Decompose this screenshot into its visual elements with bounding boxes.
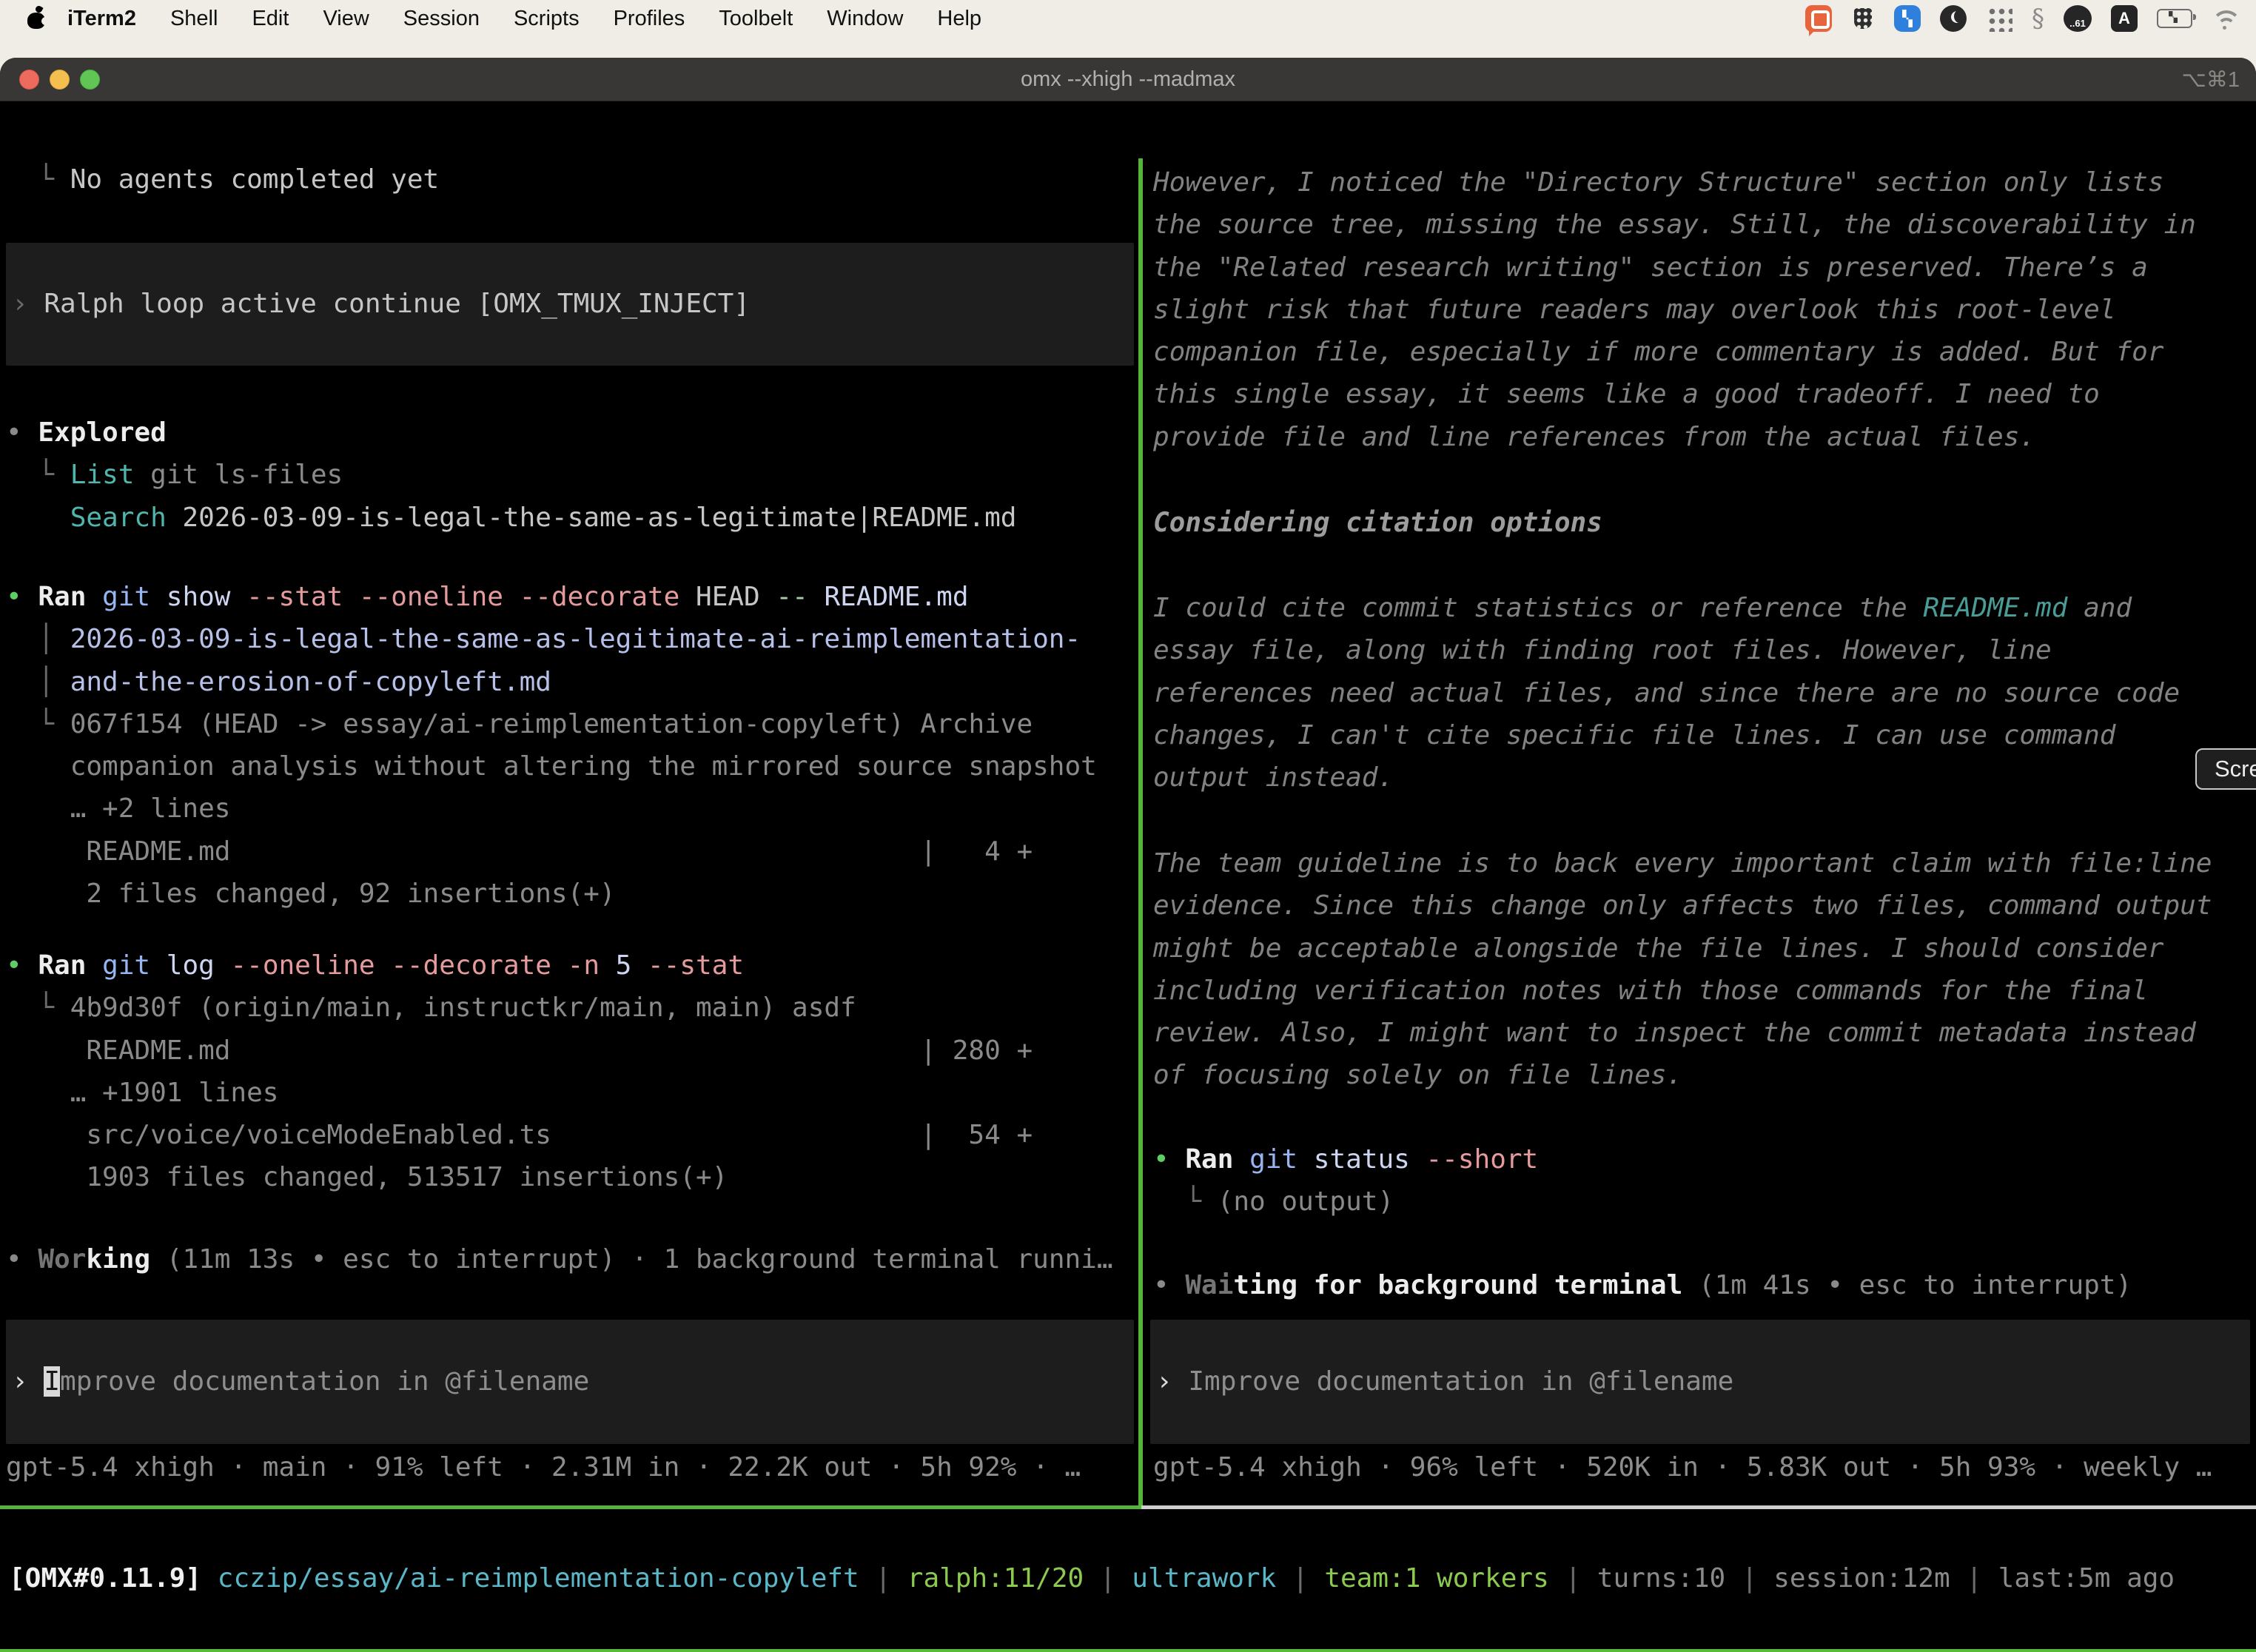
thinking-heading: Considering citation options [1144, 502, 2256, 544]
menu-item-edit[interactable]: Edit [235, 7, 306, 31]
terminal-line: • Working (11m 13s • esc to interrupt) ·… [6, 1238, 1138, 1280]
terminal-line: gpt-5.4 xhigh · 96% left · 520K in · 5.8… [1153, 1446, 2256, 1488]
terminal-line: └ No agents completed yet [6, 158, 1138, 201]
terminal-line: └ 067f154 (HEAD -> essay/ai-reimplementa… [6, 703, 1138, 745]
ralph-inject-box: › Ralph loop active continue [OMX_TMUX_I… [6, 243, 1134, 366]
terminal-line: the "Related research writing" section i… [1153, 246, 2256, 289]
left-pane-bottom-border [0, 1505, 1141, 1509]
menu-item-view[interactable]: View [306, 7, 386, 31]
menu-item-toolbelt[interactable]: Toolbelt [702, 7, 810, 31]
apple-menu-icon[interactable] [27, 7, 46, 30]
right-pane: However, I noticed the "Directory Struct… [1144, 158, 2256, 1509]
terminal-content: └ No agents completed yet › Ralph loop a… [0, 158, 2256, 1652]
tmux-status-bar: [omx-cczip0:bash* "MacBook-Pro-44.local"… [0, 1649, 2256, 1652]
terminal-line: 1903 files changed, 513517 insertions(+) [6, 1156, 1138, 1198]
terminal-line: of focusing solely on file lines. [1153, 1054, 2256, 1096]
model-statusline-right: gpt-5.4 xhigh · 96% left · 520K in · 5.8… [1144, 1446, 2256, 1488]
terminal-line: slight risk that future readers may over… [1153, 289, 2256, 331]
terminal-line: 2 files changed, 92 insertions(+) [6, 873, 1138, 915]
terminal-line: Search 2026-03-09-is-legal-the-same-as-l… [6, 497, 1138, 539]
terminal-line: • Ran git log --oneline --decorate -n 5 … [6, 944, 1138, 987]
terminal-line: README.md | 280 + [6, 1030, 1138, 1072]
dark-crescent-icon[interactable] [1940, 5, 1967, 32]
waiting-status-line: • Waiting for background terminal (1m 41… [1144, 1264, 2256, 1306]
iterm2-window: omx --xhigh --madmax ⌥⌘1 └ No agents com… [0, 58, 2256, 1652]
menu-item-window[interactable]: Window [810, 7, 920, 31]
dots-grid-icon[interactable] [1986, 5, 2012, 32]
terminal-line: this single essay, it seems like a good … [1153, 373, 2256, 415]
assistant-badge-icon[interactable]: A [2111, 5, 2138, 32]
terminal-line: • Ran git show --stat --oneline --decora… [6, 576, 1138, 618]
terminal-line: … +2 lines [6, 788, 1138, 830]
window-title: omx --xhigh --madmax [0, 58, 2256, 101]
terminal-line: provide file and line references from th… [1153, 416, 2256, 458]
thinking-paragraph-2: I could cite commit statistics or refere… [1144, 587, 2256, 799]
model-statusline-left: gpt-5.4 xhigh · main · 91% left · 2.31M … [0, 1446, 1138, 1488]
terminal-line: • Waiting for background terminal (1m 41… [1153, 1264, 2256, 1306]
menu-item-help[interactable]: Help [920, 7, 998, 31]
terminal-line: references need actual files, and since … [1153, 672, 2256, 714]
terminal-line: README.md | 4 + [6, 830, 1138, 873]
terminal-line: │ and-the-erosion-of-copyleft.md [6, 661, 1138, 703]
terminal-line: › Improve documentation in @filename [1150, 1360, 2250, 1403]
terminal-line: output instead. [1153, 756, 2256, 799]
menu-item-iterm2[interactable]: iTerm2 [50, 7, 153, 31]
terminal-line: src/voice/voiceModeEnabled.ts | 54 + [6, 1114, 1138, 1156]
terminal-line: └ (no output) [1153, 1181, 2256, 1223]
keyboard-shield-icon[interactable] [1851, 4, 1875, 33]
terminal-line: Considering citation options [1153, 502, 2256, 544]
terminal-line: companion analysis without altering the … [6, 745, 1138, 788]
git-status-block: • Ran git status --short └ (no output) [1144, 1138, 2256, 1223]
terminal-line: changes, I can't cite specific file line… [1153, 714, 2256, 756]
git-show-block: • Ran git show --stat --oneline --decora… [0, 576, 1138, 915]
update-count-badge[interactable]: ..61 [2064, 5, 2092, 32]
s-glyph-icon[interactable]: § [2032, 5, 2044, 32]
terminal-line: including verification notes with those … [1153, 970, 2256, 1012]
screen-tooltip: Scre [2195, 748, 2256, 790]
menu-item-scripts[interactable]: Scripts [497, 7, 597, 31]
terminal-line: › Improve documentation in @filename [6, 1360, 1134, 1403]
screenshot-chat-icon[interactable] [1805, 5, 1832, 32]
terminal-line: evidence. Since this change only affects… [1153, 884, 2256, 927]
battery-icon[interactable] [2157, 9, 2192, 28]
working-status-line: • Working (11m 13s • esc to interrupt) ·… [0, 1238, 1138, 1280]
terminal-line: companion file, especially if more comme… [1153, 331, 2256, 373]
prompt-input-left[interactable]: › Improve documentation in @filename [6, 1320, 1134, 1444]
terminal-line: However, I noticed the "Directory Struct… [1153, 161, 2256, 204]
terminal-line: └ List git ls-files [6, 454, 1138, 496]
left-pane: └ No agents completed yet › Ralph loop a… [0, 158, 1138, 1509]
git-log-block: • Ran git log --oneline --decorate -n 5 … [0, 944, 1138, 1199]
pane-divider[interactable] [1138, 158, 1143, 1509]
terminal-line: essay file, along with finding root file… [1153, 629, 2256, 671]
terminal-line: │ 2026-03-09-is-legal-the-same-as-legiti… [6, 618, 1138, 660]
terminal-line: review. Also, I might want to inspect th… [1153, 1012, 2256, 1054]
thinking-paragraph-1: However, I noticed the "Directory Struct… [1144, 161, 2256, 458]
wifi-icon[interactable] [2212, 7, 2241, 30]
blue-lightning-icon[interactable] [1894, 5, 1921, 32]
terminal-line: … +1901 lines [6, 1072, 1138, 1114]
menu-item-profiles[interactable]: Profiles [597, 7, 702, 31]
right-pane-bottom-border [1141, 1505, 2256, 1509]
prompt-input-right[interactable]: › Improve documentation in @filename [1150, 1320, 2250, 1444]
screen: { "menubar": { "items": ["iTerm2", "Shel… [0, 0, 2256, 1652]
agents-status-line: └ No agents completed yet [0, 158, 1138, 201]
terminal-line: The team guideline is to back every impo… [1153, 842, 2256, 884]
terminal-line: • Ran git status --short [1153, 1138, 2256, 1181]
terminal-line: › Ralph loop active continue [OMX_TMUX_I… [6, 283, 1134, 325]
terminal-line: might be acceptable alongside the file l… [1153, 927, 2256, 970]
omx-status-bar: [OMX#0.11.9] cczip/essay/ai-reimplementa… [9, 1557, 2256, 1599]
menu-item-session[interactable]: Session [386, 7, 497, 31]
thinking-paragraph-3: The team guideline is to back every impo… [1144, 842, 2256, 1097]
window-shortcut-hint: ⌥⌘1 [2181, 58, 2240, 101]
terminal-line: [OMX#0.11.9] cczip/essay/ai-reimplementa… [9, 1557, 2256, 1599]
terminal-line: └ 4b9d30f (origin/main, instructkr/main,… [6, 987, 1138, 1029]
explored-block: • Explored └ List git ls-files Search 20… [0, 412, 1138, 539]
terminal-line: • Explored [6, 412, 1138, 454]
terminal-line: gpt-5.4 xhigh · main · 91% left · 2.31M … [6, 1446, 1138, 1488]
terminal-line: I could cite commit statistics or refere… [1153, 587, 2256, 629]
terminal-line: the source tree, missing the essay. Stil… [1153, 204, 2256, 246]
window-titlebar[interactable]: omx --xhigh --madmax ⌥⌘1 [0, 58, 2256, 101]
menu-item-shell[interactable]: Shell [153, 7, 235, 31]
